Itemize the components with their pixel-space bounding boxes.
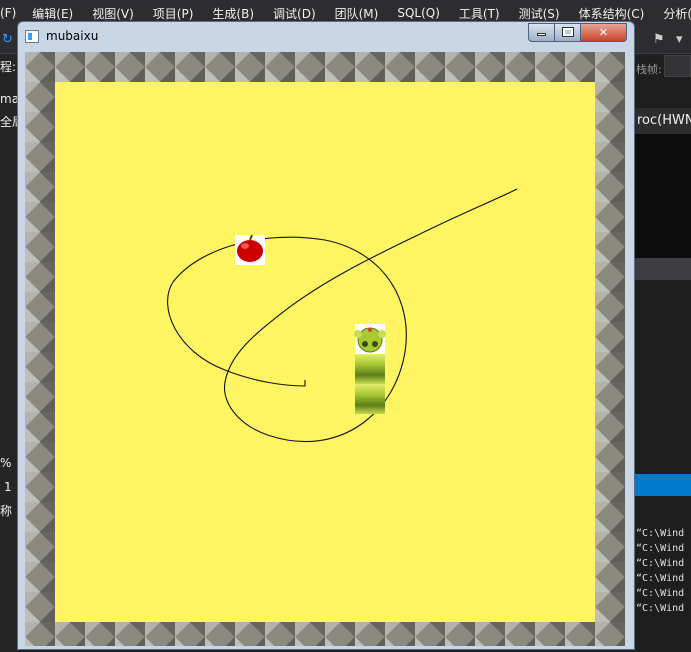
ide-menu-item[interactable]: (F)	[0, 6, 16, 20]
editor-scrollbar[interactable]	[634, 258, 691, 280]
ide-menu-item[interactable]: 体系结构(C)	[579, 5, 645, 22]
ide-left-label-5: 称	[0, 504, 13, 518]
window-title: mubaixu	[46, 29, 99, 43]
ide-menu-item[interactable]: 测试(S)	[519, 5, 560, 22]
ide-left-panel	[0, 54, 18, 652]
ide-left-label-2: 全局	[0, 115, 18, 129]
output-line: “C:\Wind	[636, 588, 685, 599]
window-icon	[25, 30, 39, 43]
snake-body	[355, 354, 385, 414]
editor-area	[634, 134, 691, 258]
close-button[interactable]: ✕	[580, 23, 627, 42]
output-line: “C:\Wind	[636, 558, 685, 569]
stack-frame-combo[interactable]	[664, 55, 691, 77]
minimize-icon	[537, 33, 546, 36]
back-icon[interactable]: ↻	[2, 32, 13, 47]
output-line: “C:\Wind	[636, 543, 685, 554]
ide-menu-item[interactable]: SQL(Q)	[397, 6, 440, 20]
ide-left-label-0: 程:	[0, 60, 17, 74]
output-panel-header[interactable]	[634, 474, 691, 496]
attach-icon[interactable]: ⚑	[653, 32, 665, 47]
ide-left-label-1: mai	[0, 92, 18, 106]
snake-head	[354, 324, 386, 354]
app-window: mubaixu ✕	[17, 21, 635, 650]
snake-right-eye	[372, 341, 378, 347]
snake-head-left-bump	[354, 330, 362, 338]
snake-head-spot	[368, 328, 372, 332]
maximize-icon	[561, 27, 574, 37]
dropdown-icon[interactable]: ▾	[676, 32, 683, 47]
stack-frame-label: 栈帧:	[636, 63, 662, 76]
output-line: “C:\Wind	[636, 528, 685, 539]
maximize-button[interactable]	[554, 23, 581, 42]
ide-menu-item[interactable]: 分析(	[663, 5, 691, 22]
close-icon: ✕	[598, 26, 609, 39]
ide-menu-item[interactable]: 视图(V)	[92, 5, 134, 22]
editor-tab[interactable]: roc(HWND	[634, 108, 691, 134]
ide-left-label-3: %	[0, 456, 12, 470]
output-line: “C:\Wind	[636, 603, 685, 614]
game-board	[25, 52, 625, 646]
ide-menu-item[interactable]: 编辑(E)	[32, 5, 73, 22]
snake-body-segment	[355, 354, 385, 384]
snake-body-segment	[355, 384, 385, 414]
output-line: “C:\Wind	[636, 573, 685, 584]
apple-food	[235, 234, 265, 265]
apple-highlight	[241, 243, 249, 249]
ide-menu-item[interactable]: 团队(M)	[335, 5, 379, 22]
ide-menu-item[interactable]: 工具(T)	[459, 5, 500, 22]
ide-menu-item[interactable]: 项目(P)	[153, 5, 194, 22]
title-bar[interactable]: mubaixu ✕	[18, 22, 634, 51]
ide-menu-item[interactable]: 调试(D)	[273, 5, 316, 22]
trajectory-line	[167, 188, 518, 442]
snake-head-right-bump	[378, 330, 386, 338]
game-canvas	[167, 188, 518, 442]
ide-menu-item[interactable]: 生成(B)	[212, 5, 254, 22]
minimize-button[interactable]	[528, 23, 555, 42]
apple-body	[237, 240, 263, 262]
snake-left-eye	[362, 341, 368, 347]
output-log: “C:\Wind “C:\Wind “C:\Wind “C:\Wind “C:\Wind…	[636, 526, 691, 616]
